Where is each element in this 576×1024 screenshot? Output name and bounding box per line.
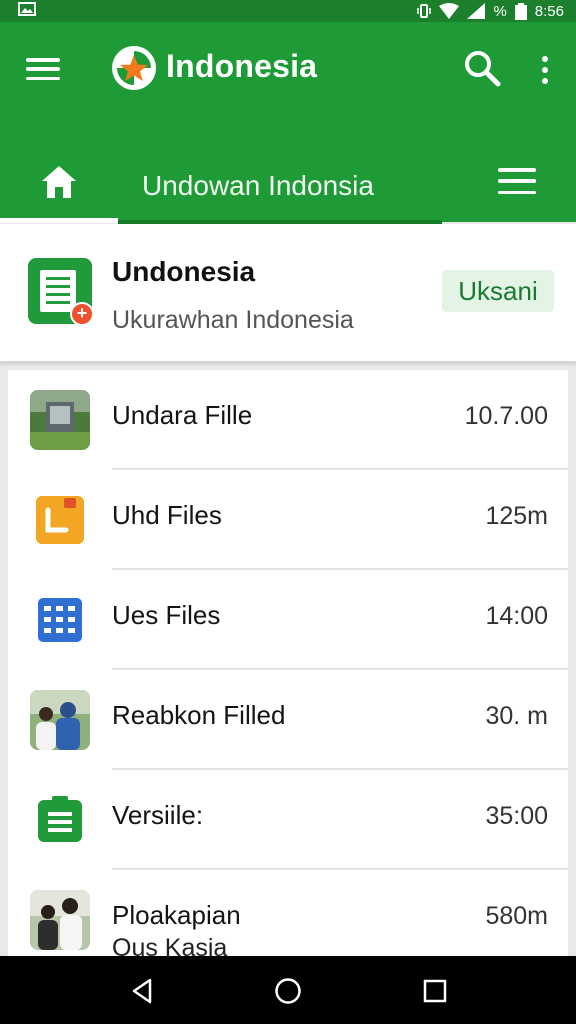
system-nav-bar (0, 956, 576, 1024)
vibrate-icon (417, 4, 432, 18)
status-icons: % 8:56 (417, 0, 564, 22)
status-badge[interactable]: Uksani (442, 270, 554, 312)
battery-percent-label: % (493, 2, 507, 20)
blue-grid-icon (38, 598, 82, 642)
list-item[interactable]: Reabkon Filled 30. m (8, 670, 568, 770)
green-document-icon (38, 796, 82, 842)
clock: 8:56 (534, 2, 564, 20)
people-photo-icon (30, 890, 90, 950)
file-name: Versiile: (112, 800, 204, 830)
more-options-icon[interactable] (530, 50, 560, 90)
list-item[interactable]: Ploakapian Ous Kasia 580m (8, 870, 568, 956)
file-value: 125m (485, 502, 548, 530)
recents-icon[interactable] (420, 976, 450, 1006)
people-photo-icon (30, 690, 90, 750)
file-value: 14:00 (485, 602, 548, 630)
list-view-icon[interactable] (498, 166, 536, 196)
search-icon[interactable] (462, 48, 502, 88)
header-card[interactable]: + Undonesia Ukurawhan Indonesia Uksani (0, 224, 576, 362)
wifi-icon (439, 3, 460, 19)
tab-home[interactable] (0, 144, 118, 220)
file-name: Uhd Files (112, 500, 222, 530)
file-value: 35:00 (485, 802, 548, 830)
file-name: Ues Files (112, 600, 221, 630)
file-value: 10.7.00 (464, 402, 548, 430)
signal-icon (467, 3, 486, 19)
header-subtitle: Ukurawhan Indonesia (112, 306, 354, 334)
app-title: Indonesia (166, 48, 318, 84)
file-value: 580m (485, 902, 548, 930)
app-logo-icon (112, 46, 156, 90)
home-icon (42, 166, 76, 198)
file-name: Undara Fille (112, 400, 253, 430)
green-document-add-icon: + (28, 258, 94, 326)
active-tab-indicator (0, 218, 118, 223)
file-value: 30. m (485, 702, 548, 730)
list-item[interactable]: Uhd Files 125m (8, 470, 568, 570)
tab-row: Undowan Indonsia (0, 144, 576, 224)
list-item[interactable]: Undara Fille 10.7.00 (8, 370, 568, 470)
battery-icon (514, 2, 527, 20)
app-bar: Indonesia Undowan Indonsia (0, 22, 576, 224)
status-bar: % 8:56 (0, 0, 576, 22)
header-title: Undonesia (112, 256, 256, 287)
photo-thumbnail-icon (30, 390, 90, 450)
file-name: Reabkon Filled (112, 700, 286, 730)
orange-folder-icon (36, 496, 84, 544)
file-list: Undara Fille 10.7.00 Uhd Files 125m Ues … (8, 370, 568, 956)
file-name: Ploakapian (112, 900, 241, 930)
list-item[interactable]: Ues Files 14:00 (8, 570, 568, 670)
home-circle-icon[interactable] (273, 976, 303, 1006)
back-icon[interactable] (128, 976, 158, 1006)
list-item[interactable]: Versiile: 35:00 (8, 770, 568, 870)
gallery-notification-icon (18, 2, 36, 16)
file-subtitle: Ous Kasia (112, 934, 228, 956)
hamburger-menu-icon[interactable] (24, 54, 62, 84)
tab-title[interactable]: Undowan Indonsia (142, 170, 374, 202)
